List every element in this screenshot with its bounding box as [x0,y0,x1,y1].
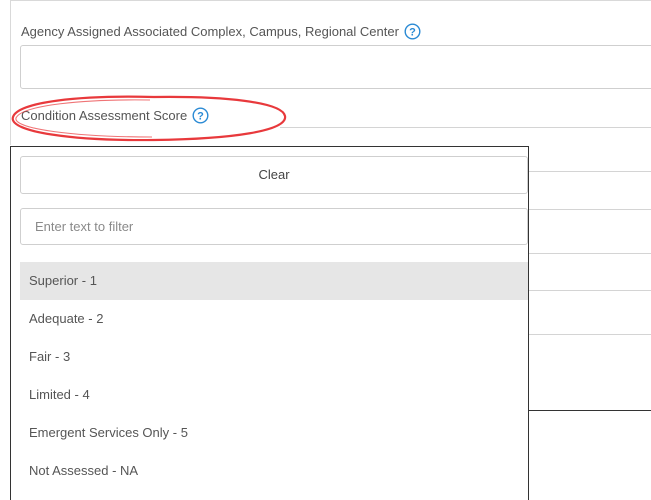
condition-score-label-text: Condition Assessment Score [21,108,188,123]
bg-input-edge [529,209,651,210]
form-frame-left [10,0,11,145]
agency-complex-label-text: Agency Assigned Associated Complex, Camp… [21,24,399,39]
condition-score-dropdown: Clear Superior - 1 Adequate - 2 Fair - 3… [10,146,529,500]
agency-complex-input[interactable] [20,45,651,89]
option-emergent-services-only[interactable]: Emergent Services Only - 5 [20,414,528,452]
form-page: Agency Assigned Associated Complex, Camp… [0,0,651,500]
filter-input[interactable] [20,208,528,245]
question-circle-icon[interactable]: ? [404,23,421,40]
svg-text:?: ? [409,27,416,39]
bg-input-edge [529,253,651,254]
condition-score-input-edge [280,127,651,128]
bg-input-edge [529,290,651,291]
option-adequate[interactable]: Adequate - 2 [20,300,528,338]
bg-panel-edge [529,410,651,411]
bg-input-edge [529,171,651,172]
condition-score-field-label: Condition Assessment Score ? [21,107,209,124]
option-not-assessed[interactable]: Not Assessed - NA [20,452,528,490]
agency-complex-field-label: Agency Assigned Associated Complex, Camp… [21,23,421,40]
option-limited[interactable]: Limited - 4 [20,376,528,414]
svg-text:?: ? [197,111,204,123]
option-fair[interactable]: Fair - 3 [20,338,528,376]
question-circle-icon[interactable]: ? [192,107,209,124]
option-superior[interactable]: Superior - 1 [20,262,528,300]
form-frame-top [10,0,651,1]
bg-input-edge [529,334,651,335]
option-list: Superior - 1 Adequate - 2 Fair - 3 Limit… [20,262,528,490]
clear-button[interactable]: Clear [20,156,528,194]
